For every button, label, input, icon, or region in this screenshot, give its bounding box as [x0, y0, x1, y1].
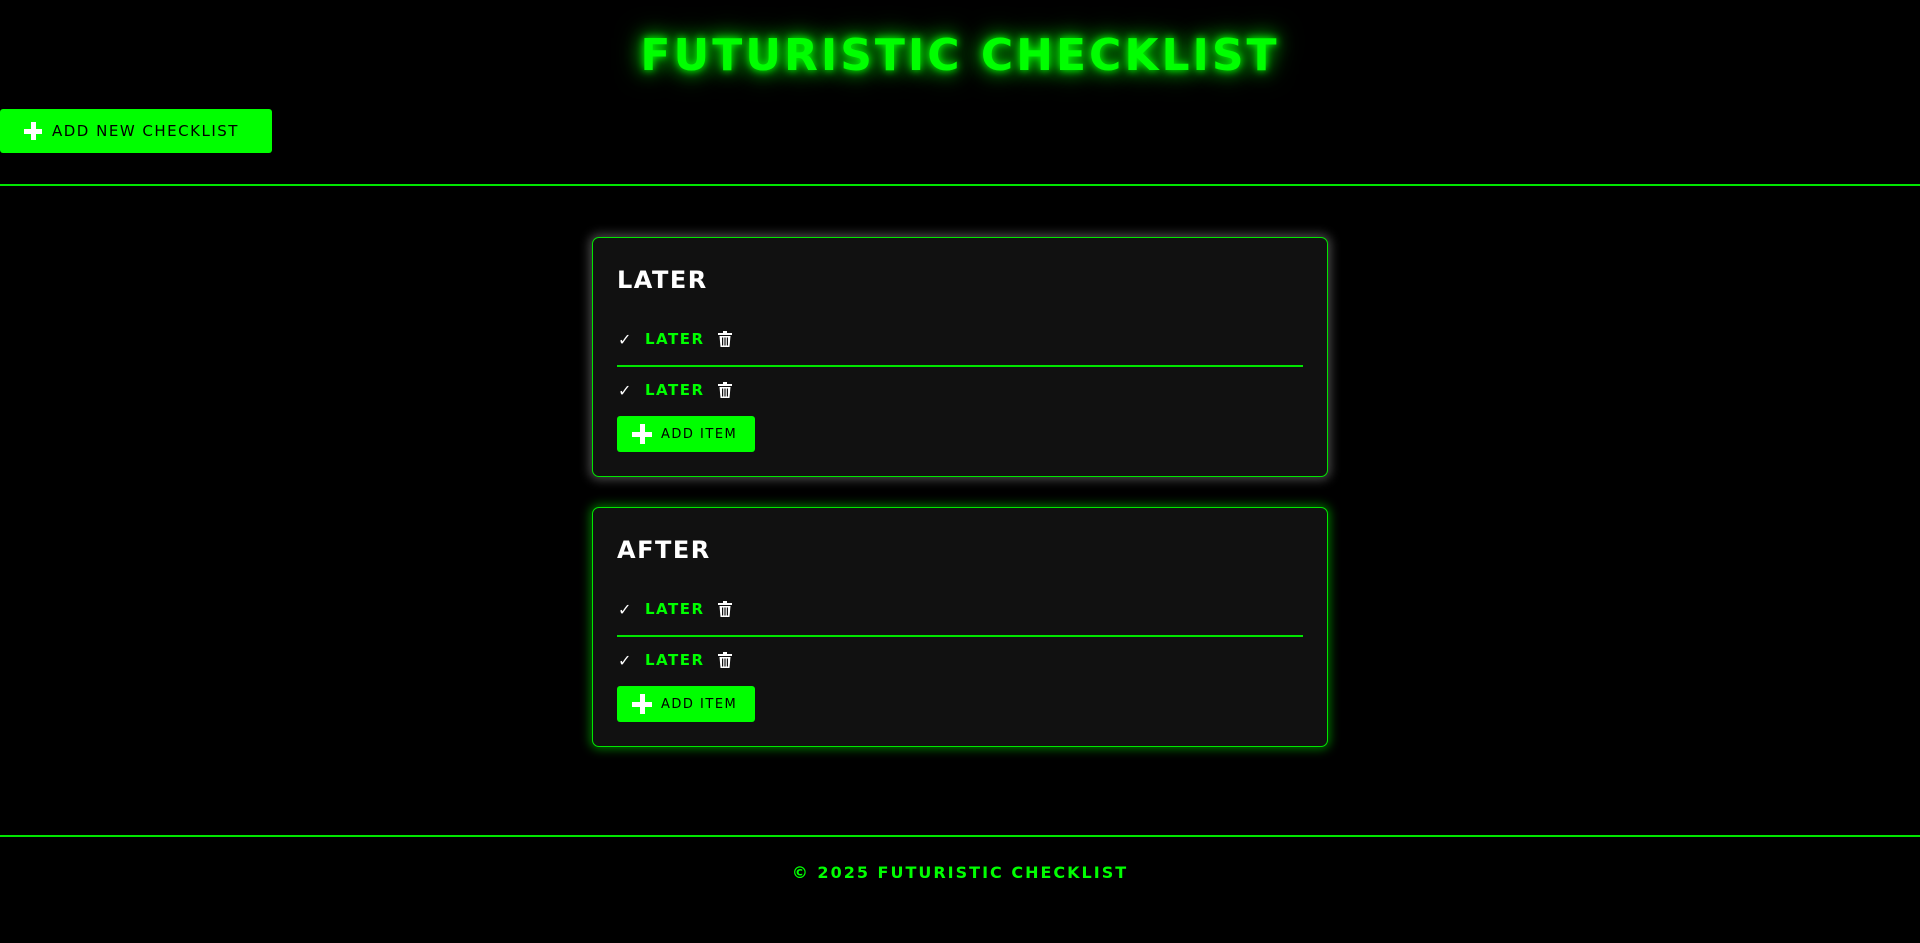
page-title: FUTURISTIC CHECKLIST	[640, 30, 1280, 81]
trash-icon[interactable]	[717, 652, 732, 668]
checkmark-icon[interactable]: ✓	[618, 651, 638, 670]
item-text: LATER	[645, 330, 705, 348]
checklist-card: AFTER ✓ LATER ✓ LATER ADD ITEM	[592, 507, 1328, 747]
item-text: LATER	[645, 381, 705, 399]
item-divider	[617, 635, 1303, 637]
checklist-item: ✓ LATER	[617, 375, 1303, 405]
add-item-button[interactable]: ADD ITEM	[617, 416, 755, 452]
footer: © 2025 FUTURISTIC CHECKLIST	[0, 835, 1920, 943]
checkmark-icon[interactable]: ✓	[618, 381, 638, 400]
checklist-item: ✓ LATER	[617, 645, 1303, 675]
add-item-label: ADD ITEM	[661, 426, 738, 442]
add-item-label: ADD ITEM	[661, 696, 738, 712]
checklist-title: LATER	[617, 266, 708, 294]
item-text: LATER	[645, 651, 705, 669]
checklist-title: AFTER	[617, 536, 711, 564]
plus-icon	[24, 122, 42, 140]
add-checklist-button[interactable]: ADD NEW CHECKLIST	[0, 109, 272, 153]
checkmark-icon[interactable]: ✓	[618, 600, 638, 619]
item-text: LATER	[645, 600, 705, 618]
header: FUTURISTIC CHECKLIST ADD NEW CHECKLIST	[0, 0, 1920, 186]
footer-copyright: © 2025 FUTURISTIC CHECKLIST	[791, 863, 1129, 882]
checklist-card: LATER ✓ LATER ✓ LATER ADD ITEM	[592, 237, 1328, 477]
trash-icon[interactable]	[717, 601, 732, 617]
add-item-button[interactable]: ADD ITEM	[617, 686, 755, 722]
trash-icon[interactable]	[717, 331, 732, 347]
checklists-container: LATER ✓ LATER ✓ LATER ADD ITEM AFTER ✓ L…	[0, 186, 1920, 836]
plus-icon	[632, 694, 652, 714]
trash-icon[interactable]	[717, 382, 732, 398]
checklist-item: ✓ LATER	[617, 594, 1303, 624]
add-checklist-label: ADD NEW CHECKLIST	[52, 122, 239, 140]
checklist-item: ✓ LATER	[617, 324, 1303, 354]
item-divider	[617, 365, 1303, 367]
plus-icon	[632, 424, 652, 444]
checkmark-icon[interactable]: ✓	[618, 330, 638, 349]
